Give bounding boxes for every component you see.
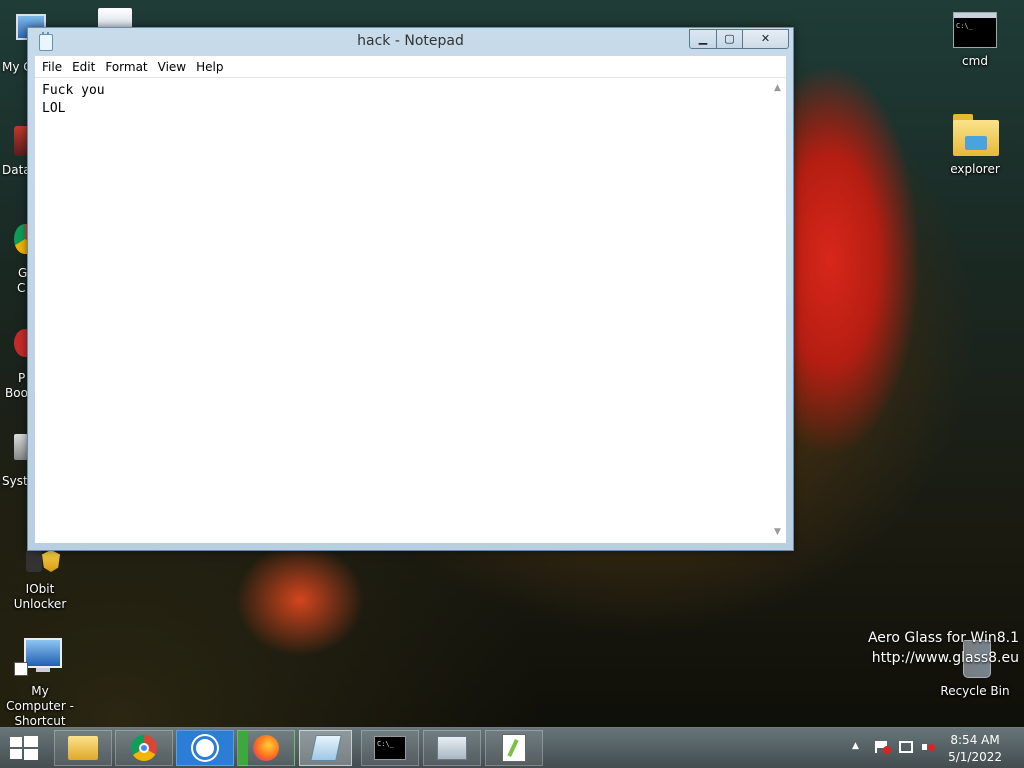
notepad-plus-plus-icon	[502, 734, 526, 762]
iobit-unlocker-icon	[18, 548, 62, 578]
editor-area[interactable]: Fuck you LOL ▲ ▼	[35, 78, 786, 543]
menu-edit[interactable]: Edit	[67, 57, 100, 78]
tray-chevron-up-icon[interactable]: ▲	[852, 741, 859, 751]
volume-muted-icon[interactable]	[922, 741, 936, 753]
desktop-icon-label: Recycle Bin	[940, 684, 1010, 698]
text-content[interactable]: Fuck you LOL	[42, 82, 768, 539]
desktop-icon-label: IObit Unlocker	[13, 582, 67, 611]
notepad-window[interactable]: hack - Notepad ▁ ▢ ✕ File Edit Format View H…	[27, 27, 794, 551]
taskbar-file-explorer[interactable]	[54, 730, 112, 766]
desktop-icon-label: explorer	[950, 162, 1000, 176]
system-tray: ▲	[846, 728, 946, 768]
watermark-line-1: Aero Glass for Win8.1	[867, 630, 1019, 646]
menu-format[interactable]: Format	[100, 57, 152, 78]
cmd-icon: C:\_	[953, 10, 997, 50]
taskbar-clock[interactable]: 8:54 AM 5/1/2022	[948, 732, 1002, 766]
menu-file[interactable]: File	[37, 57, 67, 78]
desktop-icon-iobit-unlocker[interactable]: IObit Unlocker	[0, 548, 80, 612]
app-icon	[14, 434, 28, 460]
sun-icon	[196, 739, 214, 757]
notepad-icon	[309, 735, 342, 761]
network-icon[interactable]	[899, 741, 913, 753]
folder-icon	[68, 736, 98, 760]
scroll-up-arrow-icon[interactable]: ▲	[769, 80, 786, 97]
maximize-button[interactable]: ▢	[716, 29, 743, 49]
desktop-icon-label: C	[17, 281, 26, 295]
taskbar-chrome[interactable]	[115, 730, 173, 766]
clock-time: 8:54 AM	[950, 733, 1000, 747]
taskbar-notepad-plus-plus[interactable]	[485, 730, 543, 766]
window-title: hack - Notepad	[357, 33, 464, 49]
folder-icon	[953, 110, 999, 158]
vertical-scrollbar[interactable]: ▲ ▼	[769, 78, 786, 543]
close-button[interactable]: ✕	[742, 29, 789, 49]
title-bar[interactable]: hack - Notepad ▁ ▢ ✕	[28, 28, 793, 56]
watermark-line-2: http://www.glass8.eu	[871, 650, 1019, 666]
desktop-icon-explorer[interactable]: explorer	[935, 110, 1015, 177]
taskbar-firefox[interactable]	[237, 730, 295, 766]
desktop-icon-my-computer-shortcut[interactable]: My Computer - Shortcut	[0, 636, 80, 729]
start-button[interactable]	[10, 736, 38, 761]
windows-logo-icon	[10, 737, 22, 747]
taskbar-task-manager[interactable]	[423, 730, 481, 766]
scroll-down-arrow-icon[interactable]: ▼	[769, 524, 786, 541]
desktop-icon-label: G	[18, 266, 28, 280]
desktop-icon-label: My Computer - Shortcut	[6, 684, 74, 728]
desktop-icon-cmd[interactable]: C:\_ cmd	[935, 10, 1015, 69]
menu-help[interactable]: Help	[191, 57, 228, 78]
task-manager-icon	[437, 736, 467, 760]
chrome-icon	[131, 735, 157, 761]
minimize-button[interactable]: ▁	[689, 29, 717, 49]
cmd-icon: C:\_	[374, 736, 406, 760]
desktop-icon-label: cmd	[962, 54, 988, 68]
taskbar-cmd[interactable]: C:\_	[361, 730, 419, 766]
aero-glass-watermark: Aero Glass for Win8.1 http://www.glass8.…	[868, 630, 1019, 666]
menu-bar: File Edit Format View Help	[35, 56, 786, 78]
desktop-icon-label: Boo	[5, 386, 28, 400]
taskbar: C:\_ ▲ 8:54 AM 5/1/2022	[0, 727, 1024, 768]
clock-date: 5/1/2022	[948, 750, 1002, 764]
firefox-icon	[253, 735, 279, 761]
menu-view[interactable]: View	[153, 57, 191, 78]
desktop-icon-label: P	[18, 371, 26, 385]
monitor-icon	[14, 636, 62, 680]
taskbar-notepad[interactable]	[299, 730, 352, 766]
taskbar-weather[interactable]	[176, 730, 234, 766]
action-center-flag-icon[interactable]	[875, 741, 891, 754]
